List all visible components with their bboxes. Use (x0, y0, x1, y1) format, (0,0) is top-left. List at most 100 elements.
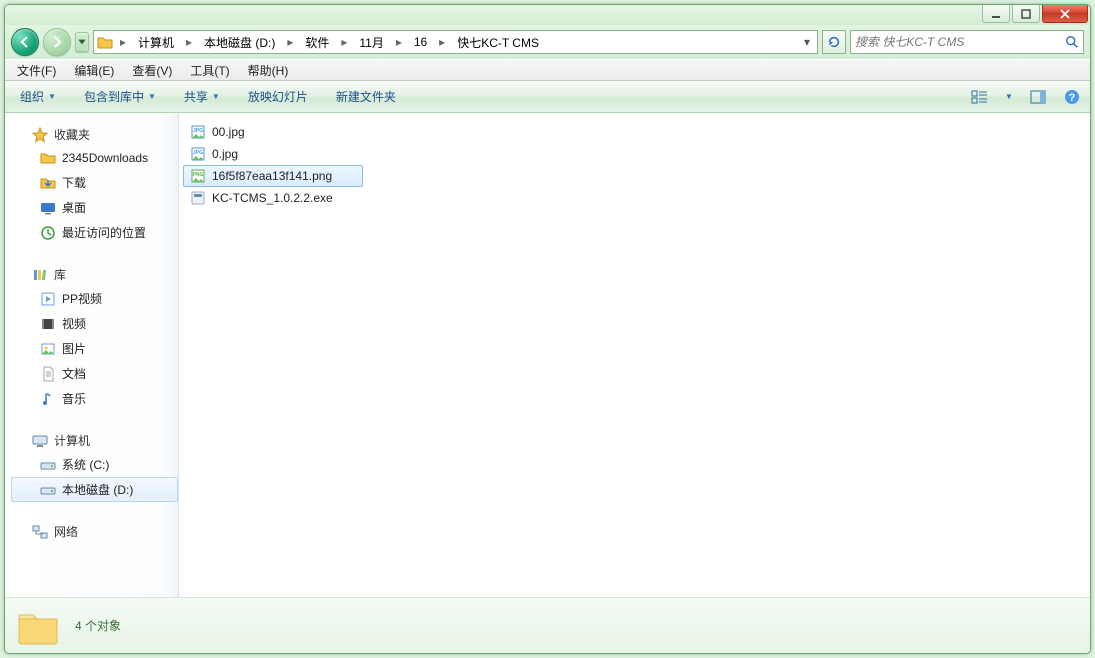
star-icon (32, 127, 48, 143)
view-dropdown-button[interactable]: ▼ (1002, 86, 1016, 108)
desktop-icon (40, 200, 56, 216)
tree-head-computer[interactable]: 计算机 (11, 429, 178, 452)
explorer-window: ▸ 计算机 ▸ 本地磁盘 (D:) ▸ 软件 ▸ 11月 ▸ 16 ▸ 快七KC… (4, 4, 1091, 654)
toolbar: 组织 ▼ 包含到库中 ▼ 共享 ▼ 放映幻灯片 新建文件夹 ▼ (5, 81, 1090, 113)
sidebar-item-downloads[interactable]: 下载 (11, 170, 178, 195)
chevron-right-icon[interactable]: ▸ (182, 31, 196, 53)
menu-edit[interactable]: 编辑(E) (66, 60, 122, 81)
png-icon: PNG (190, 168, 206, 184)
menu-view[interactable]: 查看(V) (124, 60, 180, 81)
close-button[interactable] (1042, 5, 1088, 23)
menu-help[interactable]: 帮助(H) (240, 60, 297, 81)
file-item[interactable]: JPG 0.jpg (183, 143, 363, 165)
sidebar-item-label: 桌面 (62, 199, 86, 216)
sidebar-item-drive-c[interactable]: 系统 (C:) (11, 452, 178, 477)
chevron-right-icon[interactable]: ▸ (435, 31, 449, 53)
share-label: 共享 (184, 88, 208, 105)
address-dropdown[interactable]: ▾ (799, 35, 815, 49)
sidebar-item-ppvideo[interactable]: PP视频 (11, 286, 178, 311)
network-icon (32, 524, 48, 540)
tree-group-favorites: 收藏夹 2345Downloads 下载 桌面 最近访问的位置 (11, 123, 178, 245)
expand-icon (15, 129, 26, 140)
menu-tools[interactable]: 工具(T) (182, 60, 237, 81)
slideshow-label: 放映幻灯片 (248, 88, 308, 105)
include-in-library-button[interactable]: 包含到库中 ▼ (75, 84, 165, 109)
tree-head-favorites[interactable]: 收藏夹 (11, 123, 178, 146)
sidebar-item-label: 音乐 (62, 390, 86, 407)
navigation-pane[interactable]: 收藏夹 2345Downloads 下载 桌面 最近访问的位置 (5, 113, 179, 597)
preview-pane-button[interactable] (1026, 86, 1050, 108)
tree-group-network: 网络 (11, 520, 178, 543)
chevron-right-icon[interactable]: ▸ (116, 31, 130, 53)
pictures-icon (40, 341, 56, 357)
video-library-icon (40, 291, 56, 307)
sidebar-item-videos[interactable]: 视频 (11, 311, 178, 336)
search-icon[interactable] (1065, 35, 1079, 49)
crumb-current[interactable]: 快七KC-T CMS (451, 31, 545, 53)
file-name: 16f5f87eaa13f141.png (212, 169, 332, 183)
network-label: 网络 (54, 523, 78, 540)
file-item[interactable]: PNG 16f5f87eaa13f141.png (183, 165, 363, 187)
sidebar-item-recent[interactable]: 最近访问的位置 (11, 220, 178, 245)
jpg-icon: JPG (190, 124, 206, 140)
menu-bar: 文件(F) 编辑(E) 查看(V) 工具(T) 帮助(H) (5, 59, 1090, 81)
computer-label: 计算机 (54, 432, 90, 449)
svg-text:PNG: PNG (193, 172, 204, 178)
organize-button[interactable]: 组织 ▼ (11, 84, 65, 109)
sidebar-item-2345downloads[interactable]: 2345Downloads (11, 146, 178, 170)
address-bar[interactable]: ▸ 计算机 ▸ 本地磁盘 (D:) ▸ 软件 ▸ 11月 ▸ 16 ▸ 快七KC… (93, 30, 818, 54)
back-button[interactable] (11, 28, 39, 56)
details-pane: 4 个对象 (5, 597, 1090, 653)
libraries-icon (32, 267, 48, 283)
crumb-software[interactable]: 软件 (299, 31, 335, 53)
file-item[interactable]: JPG 00.jpg (183, 121, 363, 143)
sidebar-item-drive-d[interactable]: 本地磁盘 (D:) (11, 477, 178, 502)
share-button[interactable]: 共享 ▼ (175, 84, 229, 109)
nav-row: ▸ 计算机 ▸ 本地磁盘 (D:) ▸ 软件 ▸ 11月 ▸ 16 ▸ 快七KC… (5, 25, 1090, 59)
sidebar-item-pictures[interactable]: 图片 (11, 336, 178, 361)
sidebar-item-music[interactable]: 音乐 (11, 386, 178, 411)
minimize-button[interactable] (982, 5, 1010, 23)
search-input[interactable] (855, 35, 1061, 49)
svg-text:JPG: JPG (193, 150, 203, 156)
file-list[interactable]: JPG 00.jpg JPG 0.jpg PNG 16f5f87eaa13f14… (179, 113, 1090, 597)
sidebar-item-desktop[interactable]: 桌面 (11, 195, 178, 220)
menu-file[interactable]: 文件(F) (9, 60, 64, 81)
search-box[interactable] (850, 30, 1084, 54)
chevron-right-icon[interactable]: ▸ (337, 31, 351, 53)
recent-icon (40, 225, 56, 241)
sidebar-item-label: 视频 (62, 315, 86, 332)
folder-large-icon (15, 603, 61, 649)
file-name: 00.jpg (212, 125, 245, 139)
chevron-right-icon[interactable]: ▸ (283, 31, 297, 53)
chevron-right-icon[interactable]: ▸ (392, 31, 406, 53)
libraries-label: 库 (54, 266, 66, 283)
maximize-button[interactable] (1012, 5, 1040, 23)
refresh-button[interactable] (822, 30, 846, 54)
recent-locations-button[interactable] (75, 32, 89, 52)
sidebar-item-label: PP视频 (62, 290, 102, 307)
crumb-16[interactable]: 16 (408, 31, 433, 53)
new-folder-label: 新建文件夹 (336, 88, 396, 105)
help-button[interactable]: ? (1060, 86, 1084, 108)
chevron-down-icon: ▼ (1005, 92, 1013, 101)
slideshow-button[interactable]: 放映幻灯片 (239, 84, 317, 109)
file-item[interactable]: KC-TCMS_1.0.2.2.exe (183, 187, 363, 209)
download-icon (40, 175, 56, 191)
forward-button[interactable] (43, 28, 71, 56)
jpg-icon: JPG (190, 146, 206, 162)
tree-head-libraries[interactable]: 库 (11, 263, 178, 286)
tree-head-network[interactable]: 网络 (11, 520, 178, 543)
crumb-computer[interactable]: 计算机 (132, 31, 180, 53)
view-options-button[interactable] (968, 86, 992, 108)
film-icon (40, 316, 56, 332)
computer-icon (32, 433, 48, 449)
include-label: 包含到库中 (84, 88, 144, 105)
sidebar-item-documents[interactable]: 文档 (11, 361, 178, 386)
folder-icon (96, 33, 114, 51)
new-folder-button[interactable]: 新建文件夹 (327, 84, 405, 109)
crumb-drive-d[interactable]: 本地磁盘 (D:) (198, 31, 281, 53)
music-icon (40, 391, 56, 407)
document-icon (40, 366, 56, 382)
crumb-11month[interactable]: 11月 (353, 31, 389, 53)
